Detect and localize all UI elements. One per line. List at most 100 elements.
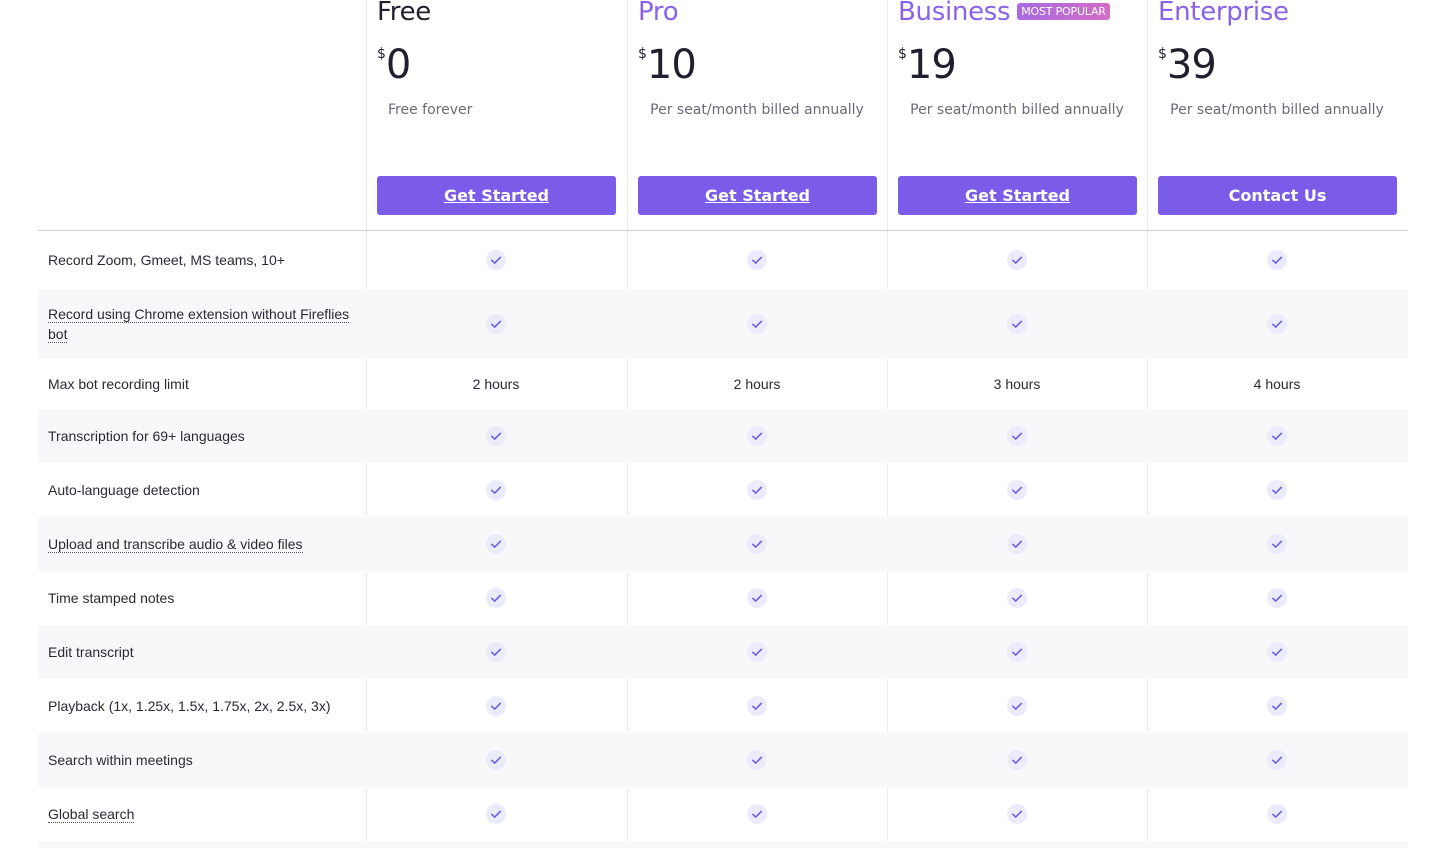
plan-column-business: Business MOST POPULAR $19 Per seat/month … [887,0,1147,230]
currency-symbol: $ [377,46,386,62]
feature-row: Edit transcript [38,625,1408,679]
check-icon [627,641,887,663]
check-icon [887,479,1147,501]
check-icon [366,749,626,771]
billing-note: Free forever [388,102,473,118]
check-icon [1147,587,1407,609]
billing-note: Per seat/month billed annually [650,102,864,118]
feature-label: Record Zoom, Gmeet, MS teams, 10+ [48,250,358,270]
check-icon [627,313,887,335]
feature-label-text: Max bot recording limit [48,376,189,392]
plan-name: Pro [638,0,679,27]
check-icon [627,425,887,447]
check-icon [627,249,887,271]
billing-note: Per seat/month billed annually [910,102,1124,118]
feature-value: 2 hours [472,376,520,392]
price-amount: 19 [906,42,957,88]
check-icon [366,587,626,609]
billing-note: Per seat/month billed annually [1170,102,1384,118]
feature-row: Record using Chrome extension without Fi… [38,289,1408,359]
feature-label-text: Record Zoom, Gmeet, MS teams, 10+ [48,252,285,268]
check-icon [366,533,626,555]
feature-label[interactable]: Upload and transcribe audio & video file… [48,534,358,554]
check-icon [1147,749,1407,771]
check-icon [366,425,626,447]
feature-value: 2 hours [733,376,781,392]
check-icon [887,587,1147,609]
feature-row: Upload and transcribe audio & video file… [38,517,1408,571]
feature-row: Record Zoom, Gmeet, MS teams, 10+ [38,231,1408,289]
check-icon [1147,479,1407,501]
feature-label: Auto-language detection [48,480,358,500]
check-icon [887,641,1147,663]
feature-value: 4 hours [1253,376,1301,392]
price-amount: 10 [646,42,697,88]
feature-label-text: Record using Chrome extension without Fi… [48,306,350,343]
check-icon [1147,803,1407,825]
check-icon [887,533,1147,555]
feature-label-text: Global search [48,806,135,823]
feature-label-text: Playback (1x, 1.25x, 1.5x, 1.75x, 2x, 2.… [48,698,331,714]
feature-label[interactable]: Record using Chrome extension without Fi… [48,304,358,344]
contact-us-button[interactable]: Contact Us [1158,176,1397,215]
plan-column-enterprise: Enterprise $39 Per seat/month billed ann… [1147,0,1407,230]
check-icon [887,313,1147,335]
check-icon [887,249,1147,271]
price-amount: 39 [1166,42,1217,88]
check-icon [887,425,1147,447]
check-icon [627,749,887,771]
feature-label: Transcription for 69+ languages [48,426,358,446]
get-started-button[interactable]: Get Started [898,176,1137,215]
feature-row: Search within meetings [38,733,1408,787]
check-icon [1147,249,1407,271]
feature-label-text: Auto-language detection [48,482,200,498]
feature-value: 3 hours [993,376,1041,392]
most-popular-badge: MOST POPULAR [1017,3,1110,20]
get-started-button[interactable]: Get Started [638,176,877,215]
check-icon [887,803,1147,825]
plan-name: Free [377,0,431,27]
check-icon [1147,533,1407,555]
feature-row: Global search [38,787,1408,841]
feature-label: Time stamped notes [48,588,358,608]
check-icon [1147,695,1407,717]
get-started-button[interactable]: Get Started [377,176,616,215]
check-icon [1147,425,1407,447]
plan-name: Business [898,0,1011,27]
check-icon [887,695,1147,717]
check-icon [627,533,887,555]
feature-row [38,841,1408,848]
feature-label: Search within meetings [48,750,358,770]
feature-label-text: Transcription for 69+ languages [48,428,245,444]
feature-row: Max bot recording limit 2 hours 2 hours 3 h… [38,359,1408,409]
feature-label[interactable]: Global search [48,804,358,824]
check-icon [1147,313,1407,335]
currency-symbol: $ [638,46,647,62]
check-icon [627,479,887,501]
check-icon [627,803,887,825]
check-icon [627,587,887,609]
feature-row: Time stamped notes [38,571,1408,625]
plan-price: $39 [1158,42,1217,88]
feature-label: Edit transcript [48,642,358,662]
feature-label-text: Upload and transcribe audio & video file… [48,536,303,553]
plan-column-free: Free $0 Free forever Get Started [366,0,626,230]
plan-price: $0 [377,42,411,88]
check-icon [366,479,626,501]
feature-row: Transcription for 69+ languages [38,409,1408,463]
plan-price: $19 [898,42,957,88]
pricing-comparison-table: Free $0 Free forever Get Started Pro $10… [38,0,1408,848]
currency-symbol: $ [1158,46,1167,62]
check-icon [1147,641,1407,663]
check-icon [366,313,626,335]
feature-row: Auto-language detection [38,463,1408,517]
feature-label-text: Time stamped notes [48,590,175,606]
feature-label-text: Search within meetings [48,752,193,768]
price-amount: 0 [385,42,411,88]
check-icon [366,695,626,717]
feature-label-text: Edit transcript [48,644,134,660]
feature-label: Playback (1x, 1.25x, 1.5x, 1.75x, 2x, 2.… [48,696,358,716]
plan-column-pro: Pro $10 Per seat/month billed annually G… [627,0,887,230]
check-icon [366,249,626,271]
plan-name-wrapper: Business MOST POPULAR [898,0,1110,28]
